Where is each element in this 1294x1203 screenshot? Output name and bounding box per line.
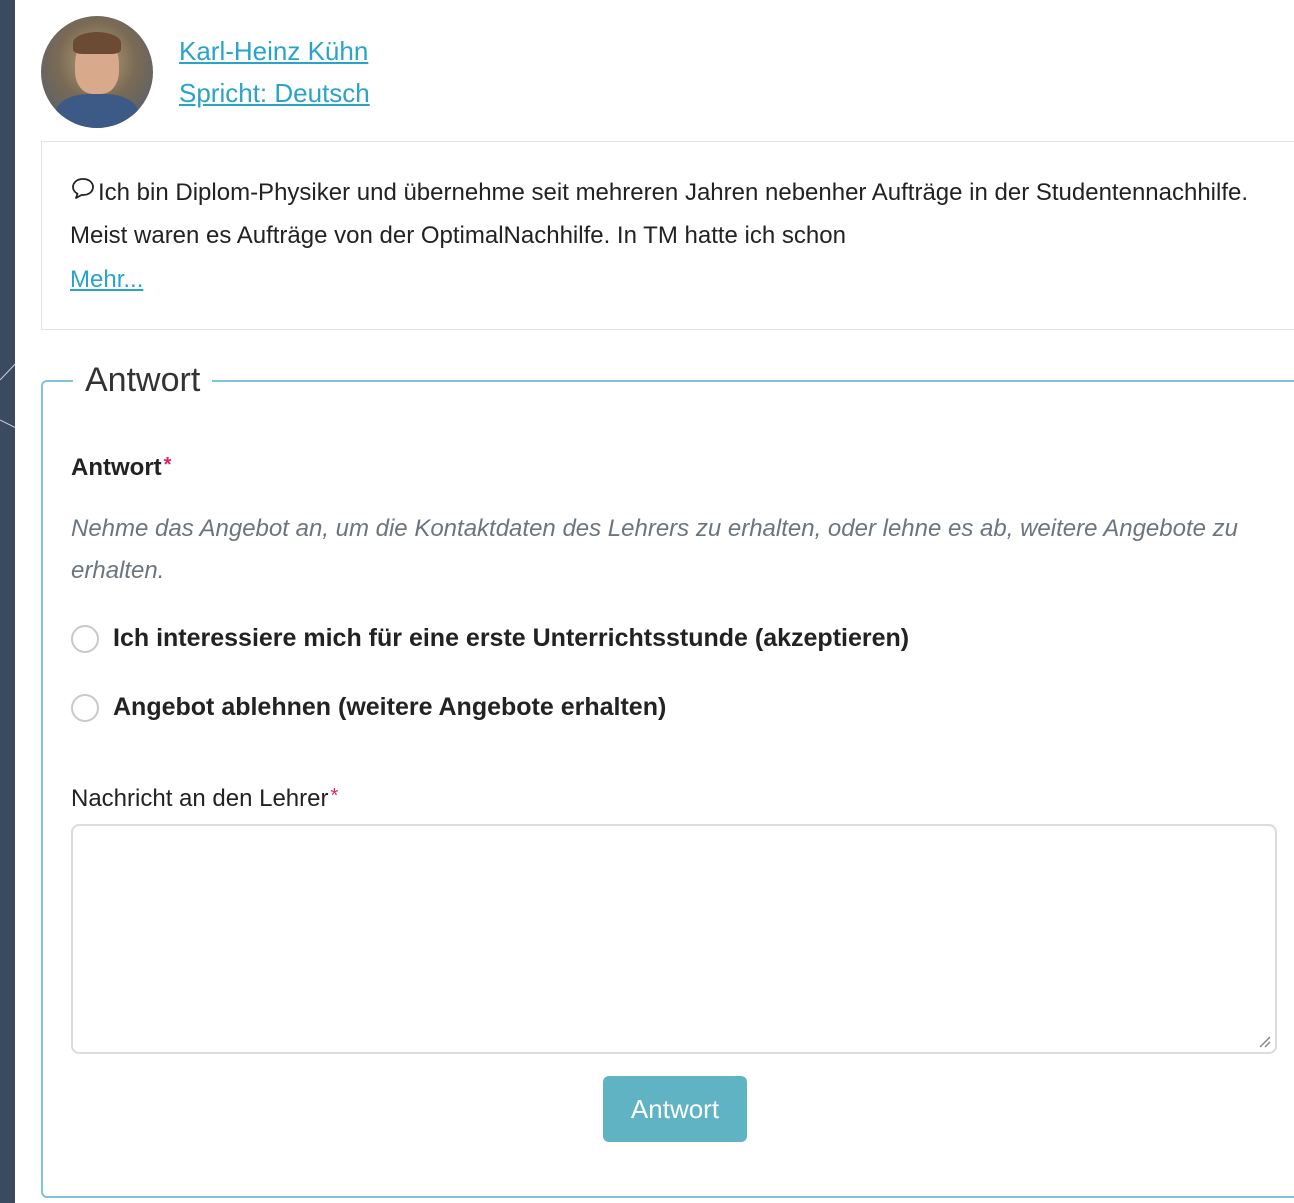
accept-option[interactable]: Ich interessiere mich für eine erste Unt…	[71, 624, 909, 653]
teacher-header: Karl-Heinz Kühn Spricht: Deutsch	[41, 16, 370, 128]
decline-option-label[interactable]: Angebot ablehnen (weitere Angebote erhal…	[113, 693, 666, 722]
more-link[interactable]: Mehr...	[70, 266, 143, 293]
teacher-bio-card: Ich bin Diplom-Physiker und übernehme se…	[41, 141, 1294, 330]
message-textarea[interactable]	[71, 824, 1277, 1054]
teacher-info: Karl-Heinz Kühn Spricht: Deutsch	[179, 33, 370, 111]
teacher-bio: Ich bin Diplom-Physiker und übernehme se…	[70, 172, 1283, 257]
offer-response-panel: Karl-Heinz Kühn Spricht: Deutsch Ich bin…	[15, 0, 1294, 1203]
speech-bubble-icon	[70, 173, 96, 215]
answer-fieldset: Antwort Antwort * Nehme das Angebot an, u…	[41, 358, 1294, 1198]
teacher-bio-text: Ich bin Diplom-Physiker und übernehme se…	[70, 179, 1249, 249]
required-marker: *	[163, 454, 172, 476]
submit-answer-button[interactable]: Antwort	[603, 1076, 747, 1142]
decline-option[interactable]: Angebot ablehnen (weitere Angebote erhal…	[71, 693, 666, 722]
teacher-name-link[interactable]: Karl-Heinz Kühn	[179, 33, 370, 69]
resize-handle-icon[interactable]	[1257, 1034, 1271, 1048]
teacher-languages-link[interactable]: Spricht: Deutsch	[179, 75, 370, 111]
message-field-label: Nachricht an den Lehrer *	[71, 785, 339, 812]
teacher-avatar[interactable]	[41, 16, 153, 128]
answer-hint: Nehme das Angebot an, um die Kontaktdate…	[71, 515, 1238, 584]
accept-option-label[interactable]: Ich interessiere mich für eine erste Unt…	[113, 624, 909, 653]
accept-radio[interactable]	[71, 624, 99, 653]
answer-fieldset-legend: Antwort	[73, 358, 213, 402]
decline-radio[interactable]	[71, 693, 99, 722]
answer-field-label: Antwort *	[71, 454, 172, 481]
required-marker: *	[330, 785, 339, 807]
